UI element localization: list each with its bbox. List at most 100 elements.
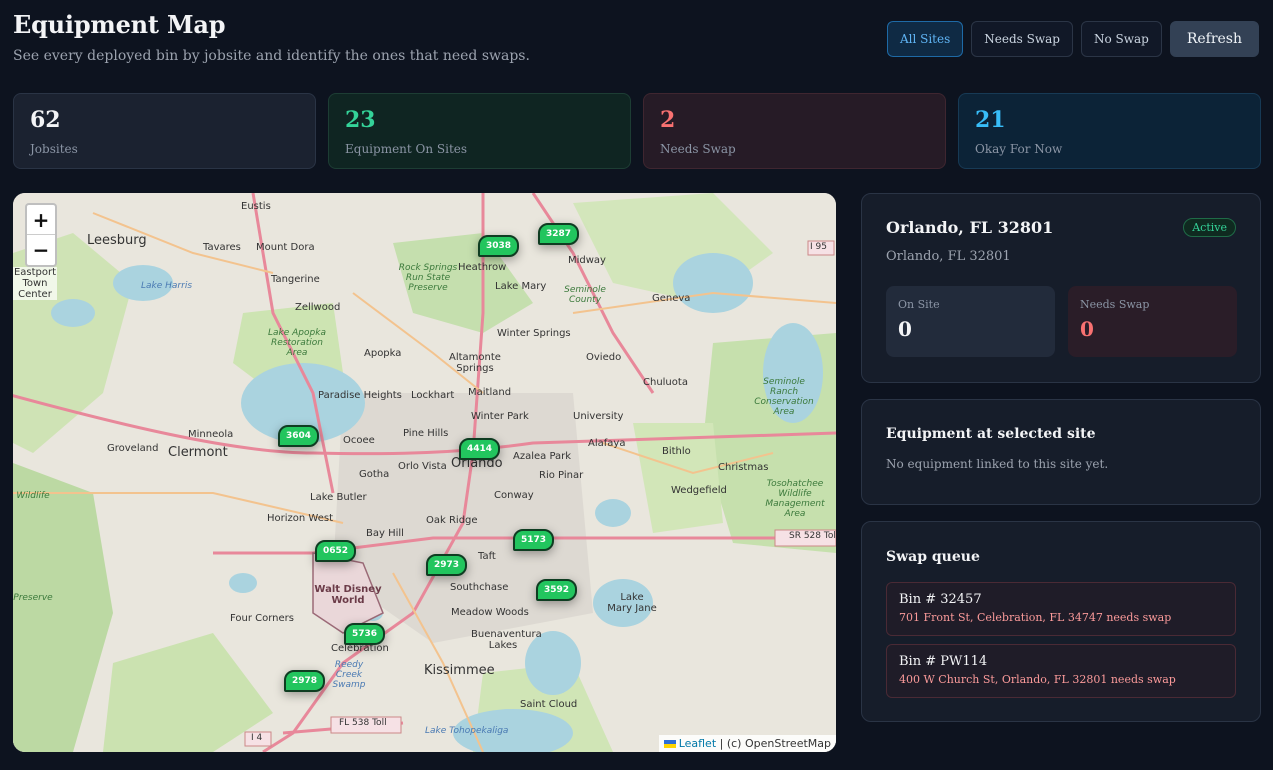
on-site-card: On Site 0: [886, 286, 1055, 357]
equipment-title: Equipment at selected site: [886, 426, 1096, 442]
page-subtitle: See every deployed bin by jobsite and id…: [13, 48, 530, 64]
leaflet-link[interactable]: Leaflet: [679, 737, 716, 750]
swap-address: 400 W Church St, Orlando, FL 32801 needs…: [899, 673, 1176, 686]
map-label: Wildlife: [16, 491, 50, 501]
bin-marker[interactable]: 3287: [538, 223, 580, 245]
zoom-in-button[interactable]: +: [27, 205, 55, 235]
filter-all-sites-button[interactable]: All Sites: [886, 21, 964, 57]
bin-marker[interactable]: 5173: [513, 529, 555, 551]
stats-row: 62 Jobsites 23 Equipment On Sites 2 Need…: [13, 93, 1261, 169]
swap-bin-id: Bin # PW114: [899, 654, 988, 669]
map-label: Altamonte Springs: [449, 352, 501, 374]
status-badge: Active: [1183, 218, 1236, 237]
map-label: Geneva: [652, 293, 691, 304]
map-label: Conway: [494, 490, 534, 501]
page-header: Equipment Map See every deployed bin by …: [13, 10, 530, 64]
map-label: I 4: [251, 733, 263, 743]
selected-site-panel: Orlando, FL 32801 Orlando, FL 32801 Acti…: [861, 193, 1261, 383]
map-label: Bay Hill: [366, 528, 404, 539]
stat-label: Okay For Now: [975, 142, 1063, 157]
bin-marker[interactable]: 3038: [478, 235, 520, 257]
map-label: Saint Cloud: [520, 699, 578, 710]
map-label: Tangerine: [271, 274, 320, 285]
map-label: Heathrow: [458, 262, 507, 273]
map-label: Tosohatchee Wildlife Management Area: [765, 479, 825, 519]
map-label: Lake Mary Jane: [607, 592, 657, 614]
map-label: Rock Springs Run State Preserve: [398, 263, 458, 293]
map-label: Groveland: [107, 443, 159, 454]
map-label: Ocoee: [343, 435, 375, 446]
map-label: Midway: [568, 255, 606, 266]
map-label: Buenaventura Lakes: [471, 629, 542, 651]
map-label: Clermont: [168, 445, 228, 460]
map-label: Lake Tohopekaliga: [425, 726, 509, 736]
filter-needs-swap-button[interactable]: Needs Swap: [971, 21, 1073, 57]
map-label: Lockhart: [411, 390, 455, 401]
swap-queue-title: Swap queue: [886, 549, 980, 565]
ukraine-flag-icon: [663, 740, 676, 748]
map-label: SR 528 Toll: [789, 531, 836, 541]
bin-marker[interactable]: 4414: [459, 438, 501, 460]
stat-label: Equipment On Sites: [345, 142, 468, 157]
swap-queue-panel: Swap queue Bin # 32457 701 Front St, Cel…: [861, 521, 1261, 722]
map-label: Maitland: [468, 387, 512, 398]
stat-value: 23: [345, 107, 376, 133]
map-label: Christmas: [718, 462, 769, 473]
map-label: Meadow Woods: [451, 607, 529, 618]
on-site-value: 0: [898, 317, 912, 341]
stat-card-needs-swap: 2 Needs Swap: [643, 93, 946, 169]
bin-marker[interactable]: 2978: [284, 670, 326, 692]
map-label: Gotha: [359, 469, 390, 480]
equipment-empty-text: No equipment linked to this site yet.: [886, 457, 1109, 471]
map-label: Bithlo: [662, 446, 691, 457]
map-label: Pine Hills: [403, 428, 449, 439]
equipment-panel: Equipment at selected site No equipment …: [861, 399, 1261, 505]
map-label: Eastport Town Center: [13, 267, 57, 300]
map-label: Horizon West: [267, 513, 333, 524]
bin-marker[interactable]: 3592: [536, 579, 578, 601]
map-label: Zellwood: [295, 302, 341, 313]
filter-bar: All Sites Needs Swap No Swap Refresh: [886, 21, 1259, 57]
stat-card-jobsites: 62 Jobsites: [13, 93, 316, 169]
map-label: Oak Ridge: [426, 515, 478, 526]
map-label: Reedy Creek Swamp: [332, 660, 366, 690]
equipment-map[interactable]: Eustis Leesburg Tavares Mount Dora Tange…: [13, 193, 836, 752]
filter-no-swap-button[interactable]: No Swap: [1080, 21, 1162, 57]
map-label: Eustis: [241, 201, 271, 212]
map-label: Seminole County: [564, 285, 606, 305]
needs-swap-value: 0: [1080, 317, 1094, 341]
needs-swap-card: Needs Swap 0: [1068, 286, 1237, 357]
map-label: Preserve: [13, 593, 53, 603]
bin-marker[interactable]: 5736: [344, 623, 386, 645]
map-label: I 95: [810, 242, 827, 252]
map-label: Paradise Heights: [318, 390, 402, 401]
bin-marker[interactable]: 2973: [426, 554, 468, 576]
swap-queue-item[interactable]: Bin # 32457 701 Front St, Celebration, F…: [886, 582, 1236, 636]
bin-marker[interactable]: 0652: [315, 540, 357, 562]
map-label: Azalea Park: [513, 451, 572, 462]
stat-card-equipment-on-sites: 23 Equipment On Sites: [328, 93, 631, 169]
map-label: Lake Mary: [495, 281, 547, 292]
stat-value: 62: [30, 107, 61, 133]
swap-address: 701 Front St, Celebration, FL 34747 need…: [899, 611, 1172, 624]
refresh-button[interactable]: Refresh: [1169, 21, 1259, 57]
map-label: Mount Dora: [256, 242, 315, 253]
map-label: University: [573, 411, 624, 422]
map-label: Taft: [478, 551, 496, 562]
needs-swap-label: Needs Swap: [1080, 298, 1150, 311]
map-label: Walt Disney World: [314, 584, 382, 606]
map-label: Tavares: [203, 242, 241, 253]
map-label: Wedgefield: [671, 485, 727, 496]
map-label: Winter Springs: [497, 328, 571, 339]
map-label: Lake Apopka Restoration Area: [268, 328, 326, 358]
swap-queue-item[interactable]: Bin # PW114 400 W Church St, Orlando, FL…: [886, 644, 1236, 698]
bin-marker[interactable]: 3604: [278, 425, 320, 447]
map-zoom-control: + −: [25, 203, 57, 267]
zoom-out-button[interactable]: −: [27, 235, 55, 265]
osm-attribution: | (c) OpenStreetMap: [716, 737, 831, 750]
swap-bin-id: Bin # 32457: [899, 592, 982, 607]
map-label: Alafaya: [588, 438, 626, 449]
map-label: Seminole Ranch Conservation Area: [754, 377, 814, 417]
stat-card-okay-for-now: 21 Okay For Now: [958, 93, 1261, 169]
map-label: Chuluota: [643, 377, 688, 388]
